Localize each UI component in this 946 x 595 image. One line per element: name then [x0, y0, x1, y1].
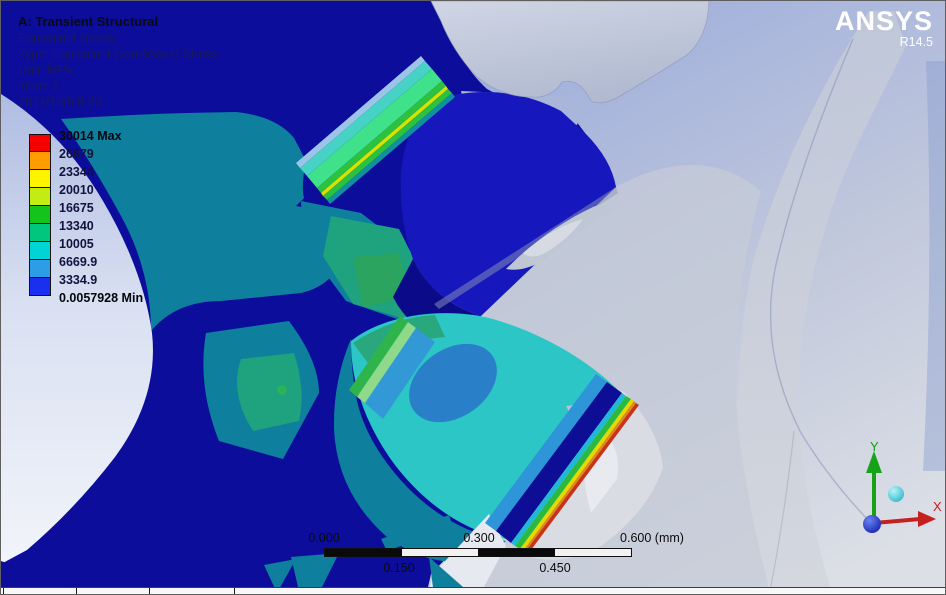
- analysis-title: A: Transient Structural: [18, 14, 218, 30]
- table-divider: [3, 588, 4, 595]
- scale-label-600-mm: 0.600 (mm): [620, 531, 684, 545]
- ansys-logo: ANSYS R14.5: [835, 7, 933, 49]
- legend-value: 3334.9: [59, 271, 143, 289]
- result-info-block: A: Transient Structural Equivalent Stres…: [18, 14, 218, 110]
- orientation-triad[interactable]: Y X: [836, 439, 944, 551]
- legend-chip: [29, 152, 51, 170]
- result-unit: Unit: MPa: [18, 62, 218, 78]
- y-axis-label[interactable]: Y: [870, 439, 879, 454]
- x-axis[interactable]: [874, 519, 920, 523]
- scale-segment: [555, 549, 632, 556]
- result-name: Equivalent Stress: [18, 30, 218, 46]
- legend-value: 16675: [59, 199, 143, 217]
- legend-value: 10005: [59, 235, 143, 253]
- result-datetime: 2014/10/8 8:20: [18, 94, 218, 110]
- table-divider: [149, 588, 150, 595]
- result-type: Type: Equivalent (von-Mises) Stress: [18, 46, 218, 62]
- legend-chip: [29, 224, 51, 242]
- scale-label-300: 0.300: [463, 531, 494, 545]
- scale-label-450: 0.450: [539, 561, 570, 575]
- bottom-table-strip[interactable]: [1, 587, 946, 594]
- scale-segment: [402, 549, 479, 556]
- legend-chip: [29, 260, 51, 278]
- table-divider: [76, 588, 77, 595]
- scale-ruler: [324, 548, 632, 557]
- x-axis-label[interactable]: X: [933, 499, 942, 514]
- legend-value: 30014 Max: [59, 127, 143, 145]
- legend-chip: [29, 188, 51, 206]
- legend-chip: [29, 170, 51, 188]
- legend-chip: [29, 278, 51, 296]
- legend-value: 13340: [59, 217, 143, 235]
- y-axis-arrowhead[interactable]: [866, 451, 882, 473]
- legend-value: 0.0057928 Min: [59, 289, 143, 307]
- ansys-graphics-window: A: Transient Structural Equivalent Stres…: [0, 0, 946, 595]
- ansys-version-text: R14.5: [835, 35, 933, 49]
- legend-value: 6669.9: [59, 253, 143, 271]
- result-time: Time: 1: [18, 78, 218, 94]
- iso-view-ball[interactable]: [888, 486, 904, 502]
- legend-chip: [29, 134, 51, 152]
- z-axis-ball[interactable]: [863, 515, 881, 533]
- legend-chip: [29, 206, 51, 224]
- scale-segment: [325, 549, 402, 556]
- legend-value: 26679: [59, 145, 143, 163]
- scale-label-150: 0.150: [383, 561, 414, 575]
- legend-labels: 30014 Max2667923344200101667513340100056…: [59, 127, 143, 307]
- scale-label-0: 0.000: [308, 531, 339, 545]
- legend-value: 20010: [59, 181, 143, 199]
- table-divider: [234, 588, 235, 595]
- scale-segment: [478, 549, 555, 556]
- legend-color-bar: [29, 134, 51, 296]
- ansys-brand-text: ANSYS: [835, 7, 933, 35]
- legend-chip: [29, 242, 51, 260]
- legend-value: 23344: [59, 163, 143, 181]
